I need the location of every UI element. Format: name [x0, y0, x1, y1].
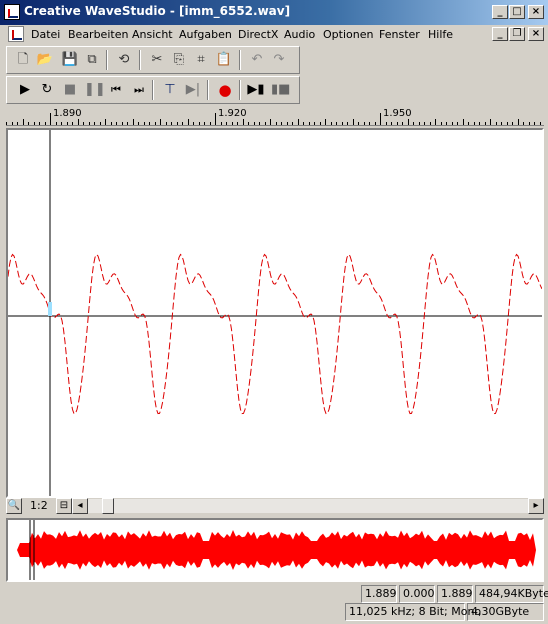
toolbar-separator — [207, 80, 209, 100]
play-selection-icon[interactable]: ▶▮ — [247, 81, 265, 99]
menu-aufgaben[interactable]: Aufgaben — [179, 28, 232, 41]
overview-panel[interactable] — [6, 518, 544, 582]
menu-ansicht[interactable]: Ansicht — [132, 28, 173, 41]
mdi-minimize-button[interactable]: _ — [492, 27, 508, 41]
close-button[interactable]: × — [528, 5, 544, 19]
app-icon[interactable] — [4, 4, 20, 20]
document-icon[interactable] — [8, 26, 24, 42]
menu-directx[interactable]: DirectX — [238, 28, 278, 41]
undo-icon[interactable]: ↶ — [248, 51, 266, 69]
waveform-canvas — [8, 130, 542, 496]
rewind-icon[interactable]: ⏮ — [107, 81, 125, 99]
marker-icon[interactable]: ⊤ — [161, 81, 179, 99]
menu-fenster[interactable]: Fenster — [379, 28, 420, 41]
menu-bearbeiten[interactable]: Bearbeiten — [68, 28, 128, 41]
status-selection-start: 1.889 — [361, 585, 397, 603]
overview-waveform — [8, 530, 542, 570]
stop-icon[interactable]: ■ — [61, 81, 79, 99]
zoom-icon[interactable]: 🔍 — [6, 498, 22, 514]
paste-icon[interactable]: 📋 — [215, 51, 233, 69]
waveform-view[interactable] — [6, 128, 544, 498]
status-file-size: 484,94KByte — [475, 585, 548, 603]
status-selection-length: 0.000 — [399, 585, 435, 603]
menu-optionen[interactable]: Optionen — [323, 28, 373, 41]
loop-icon[interactable]: ↻ — [38, 81, 56, 99]
properties-icon[interactable]: ⟲ — [115, 51, 133, 69]
horizontal-scrollbar-track[interactable] — [88, 499, 528, 513]
toolbar-separator — [139, 50, 141, 70]
overview-canvas — [8, 520, 542, 580]
waveform-line — [8, 253, 542, 415]
save-icon[interactable]: 💾 — [61, 51, 79, 69]
open-icon[interactable]: 📂 — [36, 51, 54, 69]
status-free-space: 4,30GByte — [467, 603, 544, 621]
status-format: 11,025 kHz; 8 Bit; Mono — [345, 603, 481, 621]
crop-icon[interactable]: ⌗ — [192, 51, 210, 69]
menu-datei[interactable]: Datei — [31, 28, 60, 41]
zoom-out-icon[interactable]: ⊟ — [56, 498, 72, 514]
fast-forward-icon[interactable]: ⏭ — [130, 81, 148, 99]
record-icon[interactable]: ● — [216, 81, 234, 99]
scroll-thumb[interactable] — [102, 498, 114, 514]
menu-hilfe[interactable]: Hilfe — [428, 28, 453, 41]
status-position: 1.889 — [437, 585, 473, 603]
play-icon[interactable]: ▶ — [16, 81, 34, 99]
toolbar-separator — [152, 80, 154, 100]
scroll-left-button[interactable]: ◂ — [72, 498, 88, 514]
window-title: Creative WaveStudio - [imm_6552.wav] — [24, 4, 291, 18]
menu-audio[interactable]: Audio — [284, 28, 315, 41]
copy-icon[interactable]: ⎘ — [170, 51, 188, 69]
cut-icon[interactable]: ✂ — [148, 51, 166, 69]
minimize-button[interactable]: _ — [492, 5, 508, 19]
save-all-icon[interactable]: ⧉ — [83, 51, 101, 69]
mdi-restore-button[interactable]: ❐ — [509, 27, 525, 41]
redo-icon[interactable]: ↷ — [270, 51, 288, 69]
cursor-marker — [48, 302, 52, 316]
toolbar-separator — [239, 50, 241, 70]
play-to-end-icon[interactable]: ▶| — [184, 81, 202, 99]
toolbar-separator — [239, 80, 241, 100]
ruler-ticks — [6, 113, 541, 125]
toolbar-separator — [106, 50, 108, 70]
zoom-ratio: 1:2 — [30, 499, 48, 512]
scroll-right-button[interactable]: ▸ — [528, 498, 544, 514]
stop-record-icon[interactable]: ▮■ — [271, 81, 290, 99]
pause-icon[interactable]: ❚❚ — [84, 81, 106, 99]
maximize-button[interactable]: □ — [509, 5, 525, 19]
mdi-close-button[interactable]: × — [528, 27, 544, 41]
new-icon[interactable]: 🗋 — [14, 51, 32, 69]
